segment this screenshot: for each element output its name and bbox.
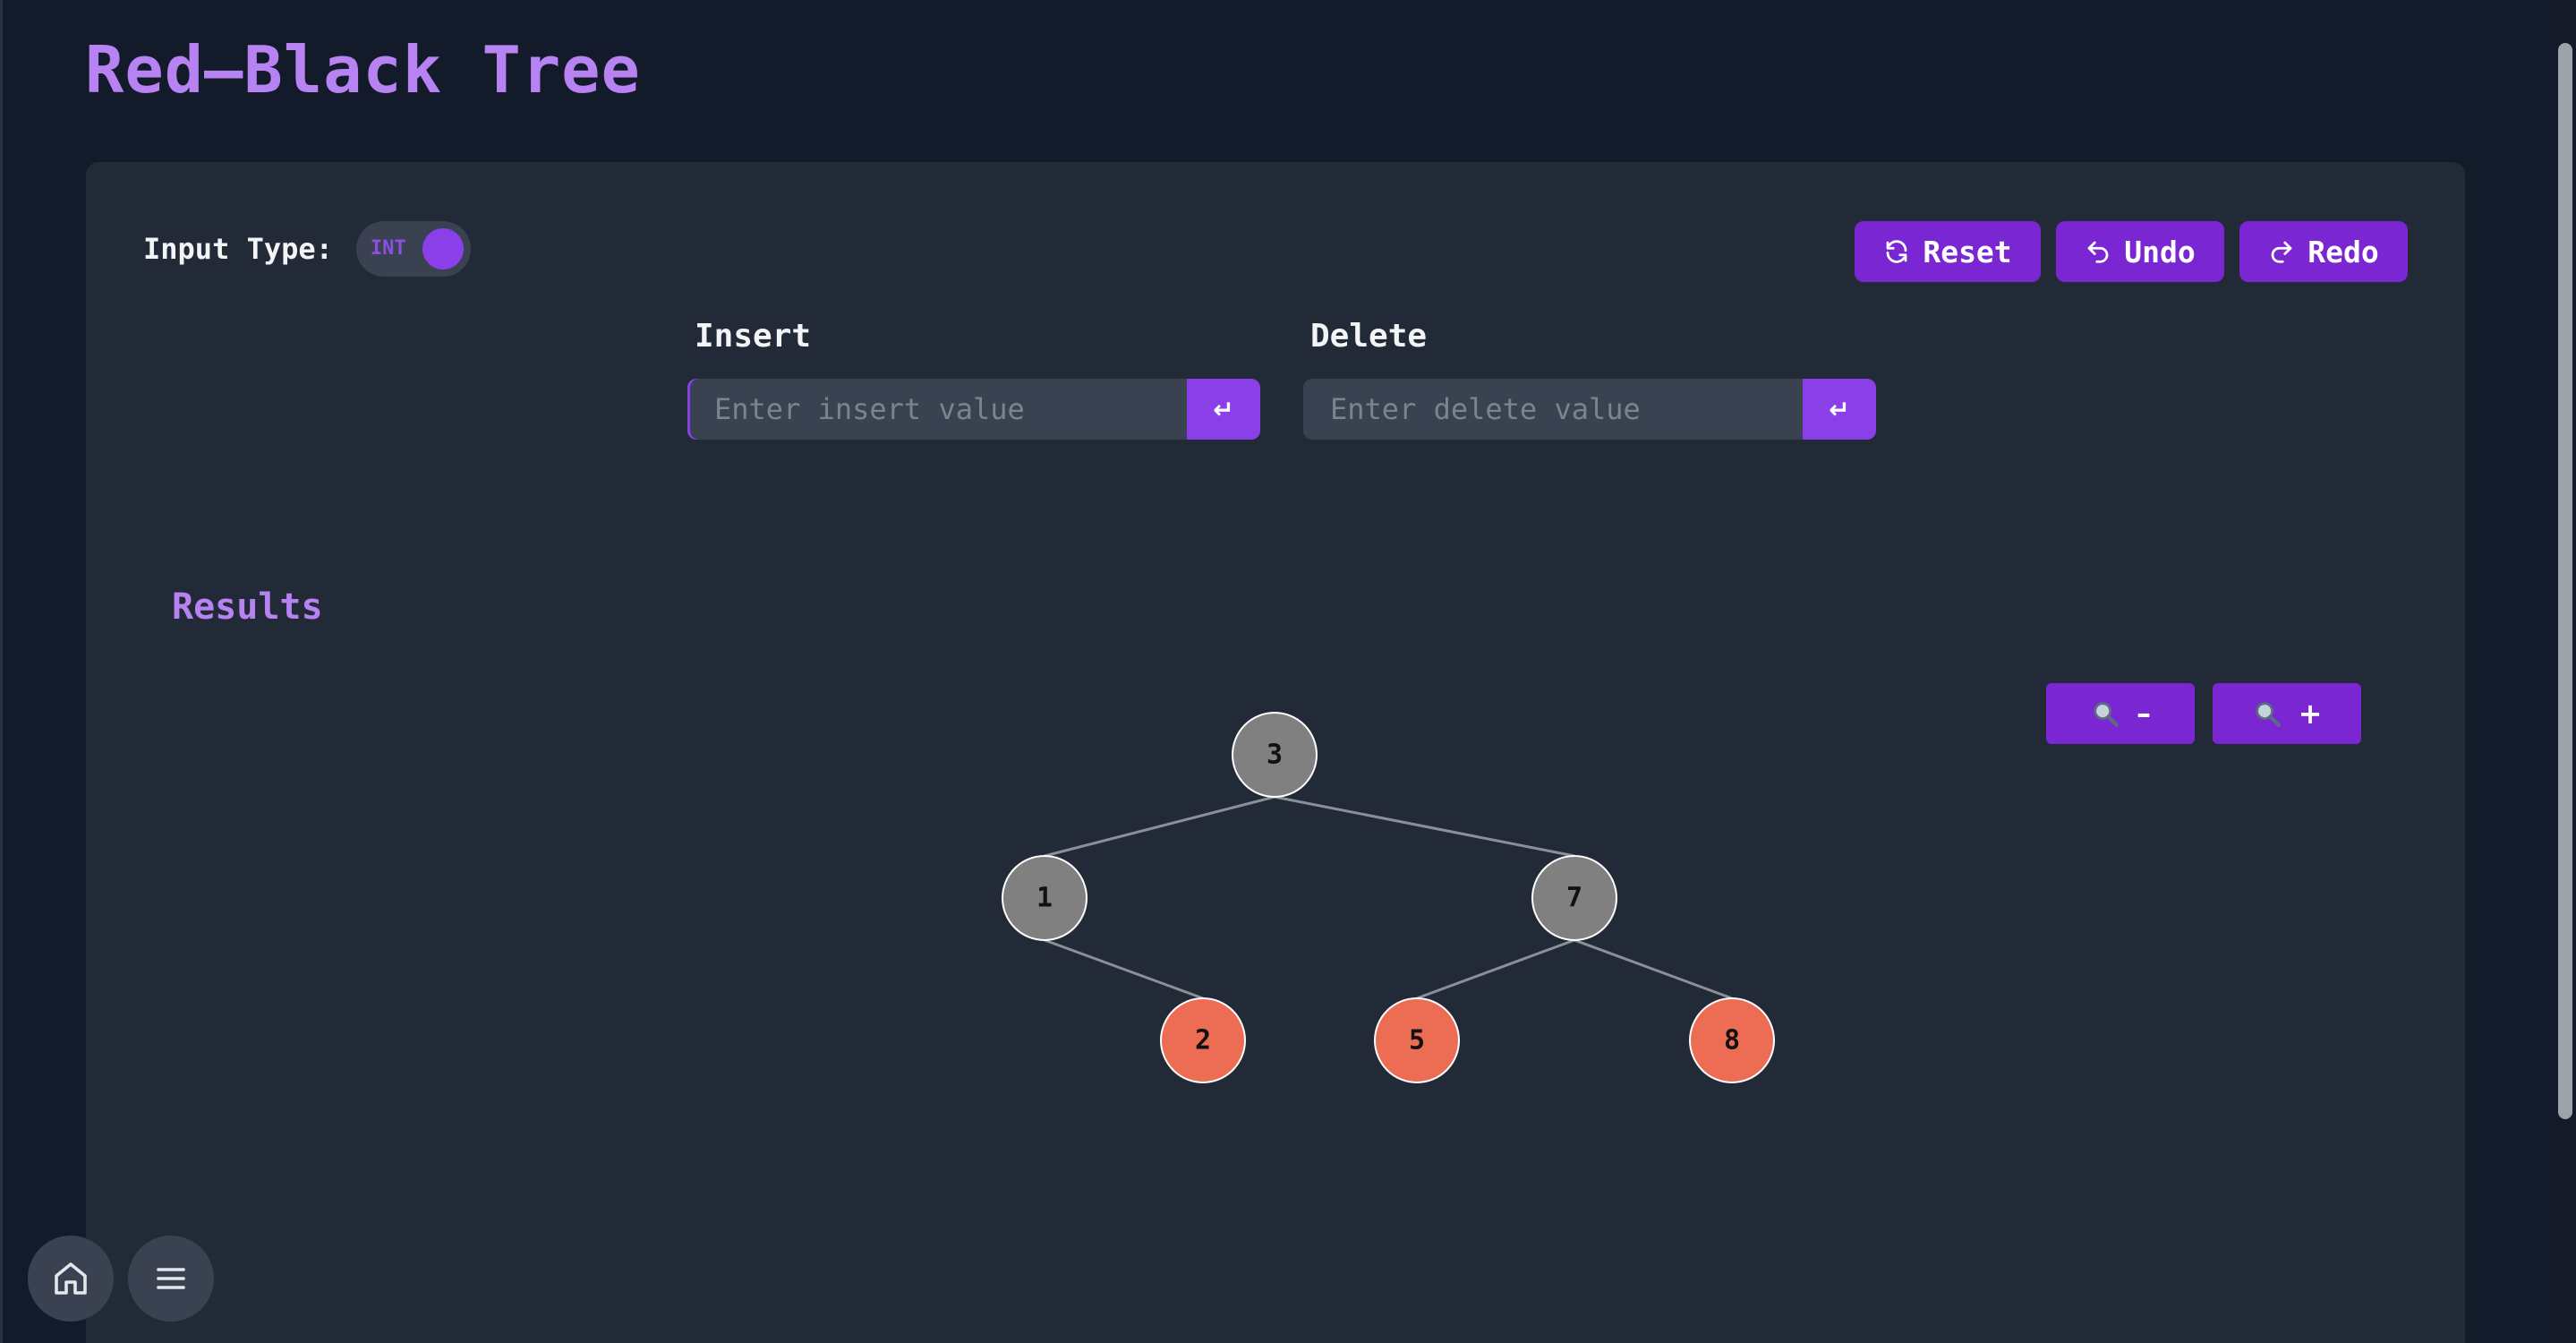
toggle-knob — [422, 228, 464, 269]
tree-node-7: 7 — [1531, 855, 1617, 941]
tree-node-value: 8 — [1724, 1025, 1740, 1056]
zoom-in-button[interactable]: + — [2213, 683, 2361, 744]
app-page: Red–Black Tree Input Type: INT Reset Und… — [0, 0, 2576, 1343]
redo-label: Redo — [2307, 234, 2379, 269]
magnifier-icon — [2255, 702, 2281, 727]
delete-group: Delete ↵ — [1303, 316, 1876, 440]
results-title: Results — [172, 586, 323, 628]
delete-row: ↵ — [1303, 379, 1876, 440]
history-actions: Reset Undo Redo — [1855, 221, 2408, 282]
magnifier-icon — [2094, 702, 2119, 727]
delete-input[interactable] — [1303, 379, 1803, 440]
tree-edge — [1044, 938, 1204, 1000]
zoom-out-symbol: – — [2137, 697, 2151, 731]
tree-node-value: 3 — [1267, 740, 1283, 771]
tree-edge — [1574, 938, 1733, 1000]
tree-edges — [1044, 795, 1733, 1000]
insert-submit-button[interactable]: ↵ — [1187, 379, 1260, 440]
window-edge — [0, 0, 3, 1343]
tree-node-5: 5 — [1374, 997, 1460, 1083]
tree-node-value: 2 — [1195, 1025, 1211, 1056]
tree-canvas: 3 1 7 2 5 8 — [1002, 712, 1775, 1083]
tree-node-1: 1 — [1002, 855, 1088, 941]
tree-node-2: 2 — [1160, 997, 1246, 1083]
zoom-controls: – + — [2046, 683, 2361, 744]
tree-node-value: 7 — [1566, 883, 1582, 914]
undo-label: Undo — [2124, 234, 2196, 269]
undo-button[interactable]: Undo — [2056, 221, 2224, 282]
zoom-out-button[interactable]: – — [2046, 683, 2195, 744]
tree-node-3: 3 — [1232, 712, 1318, 798]
page-title: Red–Black Tree — [85, 32, 641, 107]
menu-button[interactable] — [128, 1236, 214, 1322]
visualizer-panel: Input Type: INT Reset Undo Redo Insert E… — [86, 162, 2465, 1343]
reset-button[interactable]: Reset — [1855, 221, 2041, 282]
home-icon — [55, 1262, 87, 1295]
insert-input[interactable] — [687, 379, 1187, 440]
delete-label: Delete — [1310, 318, 1428, 355]
home-button[interactable] — [28, 1236, 114, 1322]
input-type-control: Input Type: INT — [143, 221, 471, 277]
redo-button[interactable]: Redo — [2239, 221, 2408, 282]
insert-label: Insert — [695, 318, 812, 355]
reset-label: Reset — [1923, 234, 2012, 269]
scrollbar-thumb[interactable] — [2558, 43, 2572, 1119]
input-type-label: Input Type: — [143, 232, 333, 266]
insert-group: Insert ↵ — [687, 316, 1260, 440]
input-type-toggle[interactable]: INT — [355, 221, 471, 277]
redo-icon — [2271, 241, 2292, 263]
tree-edge — [1274, 795, 1575, 858]
undo-icon — [2087, 241, 2109, 263]
tree-edge — [1416, 938, 1575, 1000]
delete-submit-button[interactable]: ↵ — [1803, 379, 1876, 440]
refresh-icon — [1886, 240, 1907, 263]
zoom-in-symbol: + — [2298, 697, 2323, 731]
scrollbar[interactable] — [2553, 0, 2576, 1343]
tree-node-8: 8 — [1689, 997, 1775, 1083]
toggle-value: INT — [370, 237, 406, 260]
tree-edge — [1044, 795, 1275, 858]
tree-node-value: 5 — [1409, 1025, 1425, 1056]
hamburger-menu-icon — [157, 1268, 185, 1289]
insert-row: ↵ — [687, 379, 1260, 440]
tree-node-value: 1 — [1036, 883, 1053, 914]
